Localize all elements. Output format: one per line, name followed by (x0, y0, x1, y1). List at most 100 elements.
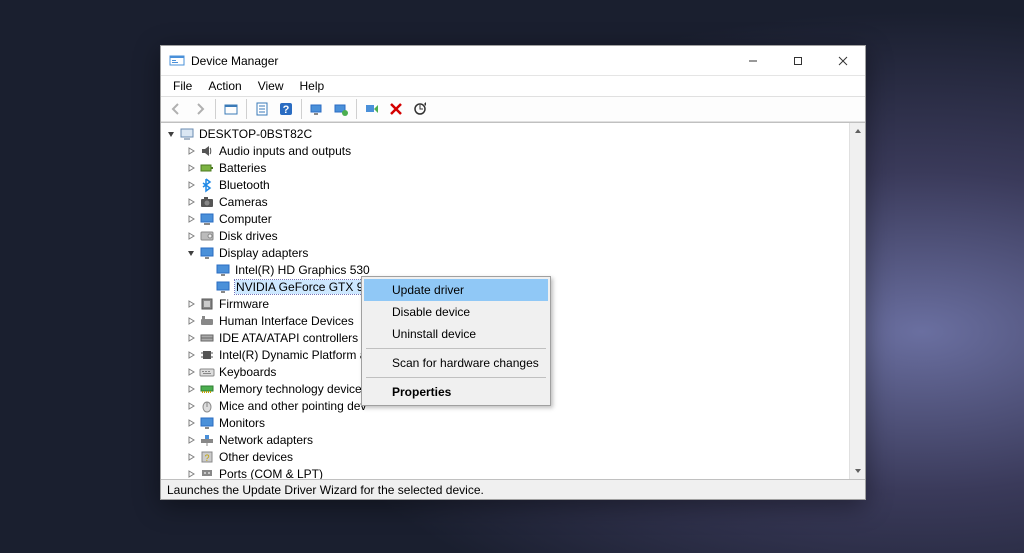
window-title: Device Manager (191, 54, 730, 68)
network-icon (199, 432, 215, 448)
uninstall-button[interactable] (385, 98, 407, 120)
expand-icon[interactable] (185, 162, 197, 174)
tree-category-label: Audio inputs and outputs (219, 144, 351, 158)
ports-icon (199, 466, 215, 480)
expand-icon[interactable] (185, 145, 197, 157)
display-icon (215, 279, 231, 295)
tree-category-label: Memory technology devices (219, 382, 368, 396)
svg-text:?: ? (204, 453, 209, 463)
close-button[interactable] (820, 46, 865, 75)
toolbar-separator (301, 99, 302, 119)
tree-category[interactable]: Network adapters (161, 431, 849, 448)
titlebar[interactable]: Device Manager (161, 46, 865, 76)
scan-hardware-button[interactable] (306, 98, 328, 120)
memory-icon (199, 381, 215, 397)
expand-icon[interactable] (185, 315, 197, 327)
tree-category-label: Mice and other pointing dev (219, 399, 366, 413)
toolbar-separator (246, 99, 247, 119)
menu-help[interactable]: Help (292, 77, 333, 95)
tree-category-label: Batteries (219, 161, 266, 175)
scroll-up-arrow[interactable] (850, 123, 865, 139)
tree-root[interactable]: DESKTOP-0BST82C (161, 125, 849, 142)
maximize-button[interactable] (775, 46, 820, 75)
expand-icon[interactable] (185, 196, 197, 208)
expand-icon[interactable] (185, 230, 197, 242)
other-icon: ? (199, 449, 215, 465)
context-menu-item[interactable]: Uninstall device (364, 323, 548, 345)
update-driver-button[interactable] (330, 98, 352, 120)
minimize-button[interactable] (730, 46, 775, 75)
computer-icon (199, 211, 215, 227)
computer-icon (179, 126, 195, 142)
scan-changes-button[interactable] (409, 98, 431, 120)
expand-icon[interactable] (185, 366, 197, 378)
context-menu-item[interactable]: Scan for hardware changes (364, 352, 548, 374)
vertical-scrollbar[interactable] (849, 123, 865, 479)
tree-category-label: Other devices (219, 450, 293, 464)
tree-category[interactable]: Ports (COM & LPT) (161, 465, 849, 479)
tree-root-label: DESKTOP-0BST82C (199, 127, 312, 141)
collapse-icon[interactable] (165, 128, 177, 140)
firmware-icon (199, 296, 215, 312)
back-button[interactable] (165, 98, 187, 120)
camera-icon (199, 194, 215, 210)
menubar: File Action View Help (161, 76, 865, 96)
help-button[interactable]: ? (275, 98, 297, 120)
collapse-icon[interactable] (185, 247, 197, 259)
tree-category-label: Disk drives (219, 229, 278, 243)
expand-icon[interactable] (185, 298, 197, 310)
context-menu[interactable]: Update driverDisable deviceUninstall dev… (361, 276, 551, 406)
battery-icon (199, 160, 215, 176)
mouse-icon (199, 398, 215, 414)
tree-category[interactable]: ? Other devices (161, 448, 849, 465)
disk-icon (199, 228, 215, 244)
forward-button[interactable] (189, 98, 211, 120)
tree-category[interactable]: Disk drives (161, 227, 849, 244)
expand-icon[interactable] (185, 332, 197, 344)
tree-category[interactable]: Display adapters (161, 244, 849, 261)
tree-category[interactable]: Bluetooth (161, 176, 849, 193)
expand-icon[interactable] (185, 400, 197, 412)
display-icon (215, 262, 231, 278)
expand-icon[interactable] (185, 349, 197, 361)
tree-category-label: Monitors (219, 416, 265, 430)
up-level-button[interactable] (220, 98, 242, 120)
tree-category-label: Network adapters (219, 433, 313, 447)
toolbar: ? (161, 96, 865, 122)
tree-category[interactable]: Computer (161, 210, 849, 227)
menu-view[interactable]: View (250, 77, 292, 95)
monitor-icon (199, 415, 215, 431)
tree-device-label: Intel(R) HD Graphics 530 (235, 263, 370, 277)
context-menu-item[interactable]: Properties (364, 381, 548, 403)
chip-icon (199, 347, 215, 363)
expand-icon[interactable] (185, 383, 197, 395)
tree-category[interactable]: Cameras (161, 193, 849, 210)
tree-category-label: Computer (219, 212, 272, 226)
context-menu-item[interactable]: Disable device (364, 301, 548, 323)
statusbar: Launches the Update Driver Wizard for th… (161, 479, 865, 499)
expand-icon[interactable] (185, 434, 197, 446)
properties-button[interactable] (251, 98, 273, 120)
menu-action[interactable]: Action (200, 77, 249, 95)
expand-icon[interactable] (185, 451, 197, 463)
expand-icon[interactable] (185, 179, 197, 191)
menu-separator (366, 348, 546, 349)
toolbar-separator (215, 99, 216, 119)
enable-button[interactable] (361, 98, 383, 120)
tree-category-label: Intel(R) Dynamic Platform and (219, 348, 380, 362)
bluetooth-icon (199, 177, 215, 193)
tree-category-label: Cameras (219, 195, 268, 209)
menu-file[interactable]: File (165, 77, 200, 95)
expand-icon[interactable] (185, 468, 197, 480)
expand-icon[interactable] (185, 213, 197, 225)
app-icon (169, 53, 185, 69)
tree-category[interactable]: Monitors (161, 414, 849, 431)
tree-category[interactable]: Audio inputs and outputs (161, 142, 849, 159)
device-manager-window: Device Manager File Action View Help ? (160, 45, 866, 500)
menu-separator (366, 377, 546, 378)
scroll-down-arrow[interactable] (850, 463, 865, 479)
toolbar-separator (356, 99, 357, 119)
context-menu-item[interactable]: Update driver (364, 279, 548, 301)
expand-icon[interactable] (185, 417, 197, 429)
tree-category[interactable]: Batteries (161, 159, 849, 176)
